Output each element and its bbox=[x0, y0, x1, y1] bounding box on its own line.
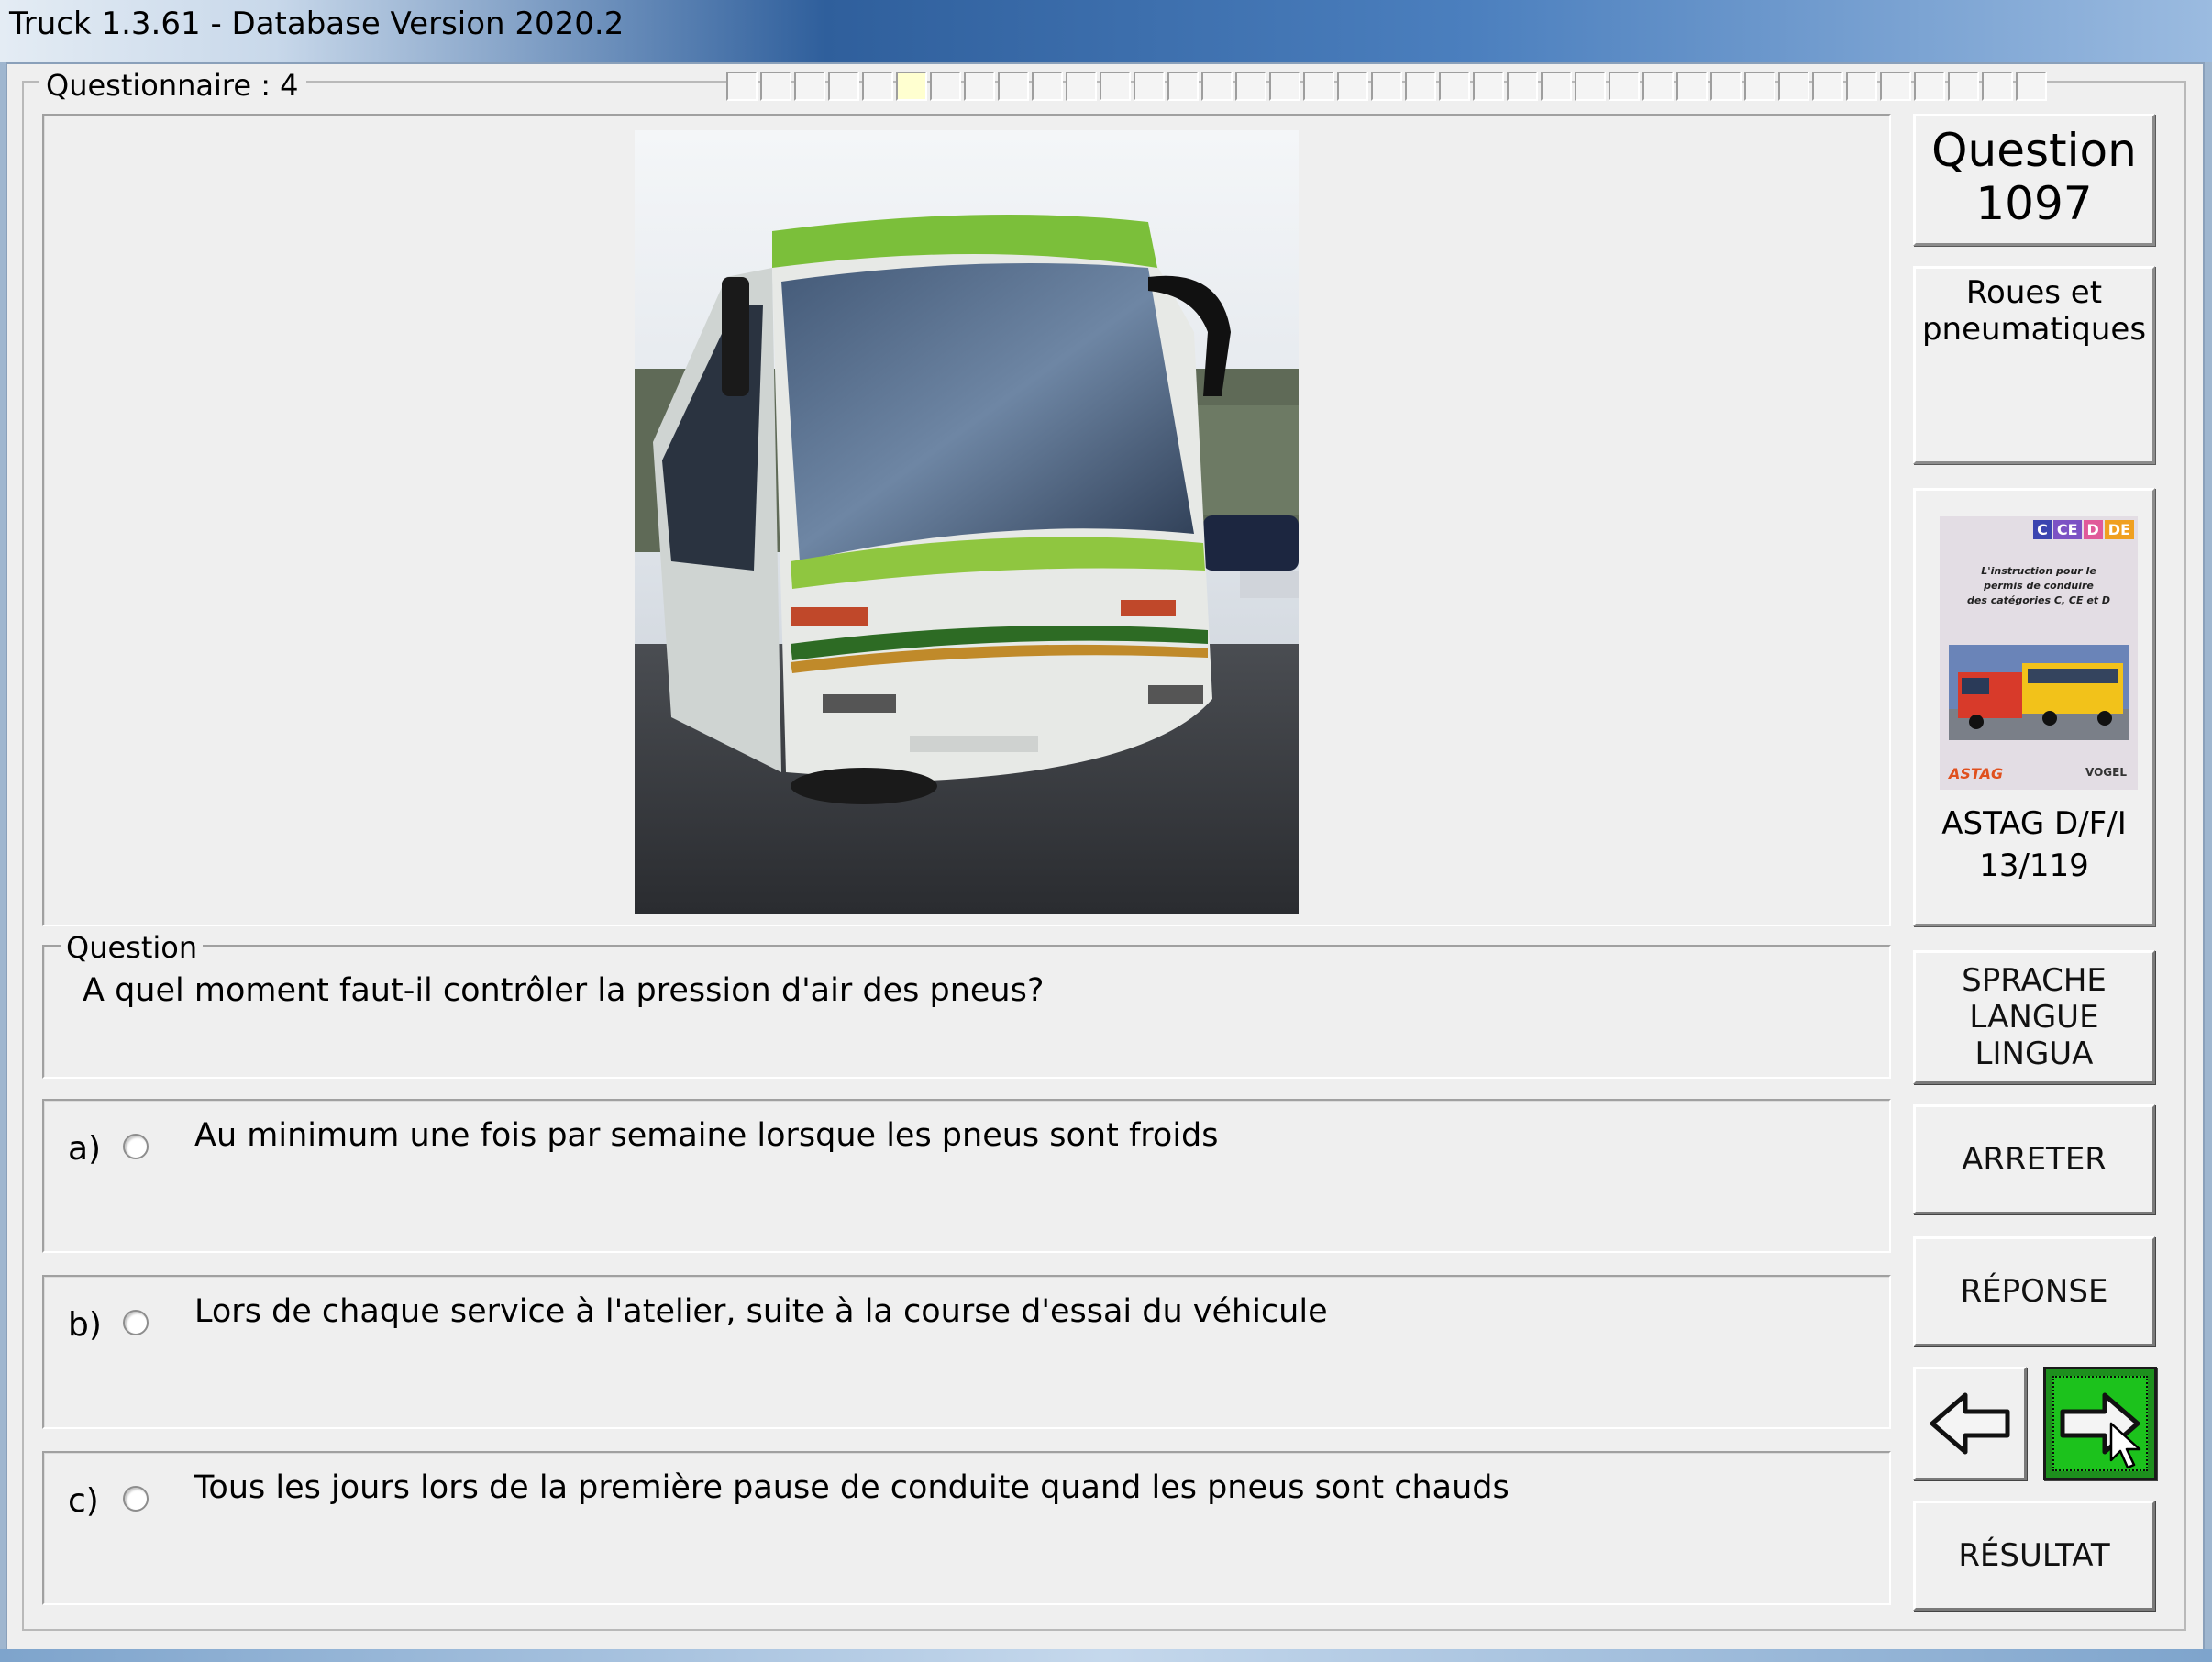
progress-cell bbox=[1710, 72, 1742, 101]
book-badge-c: C bbox=[2033, 520, 2052, 539]
mouse-cursor-icon bbox=[2109, 1422, 2141, 1469]
category-line-2: pneumatiques bbox=[1921, 311, 2147, 348]
progress-cell bbox=[794, 72, 825, 101]
book-page: 13/119 bbox=[1979, 848, 2089, 884]
book-cover-line-1: L'instruction pour le bbox=[1981, 565, 2096, 577]
answer-text-a[interactable]: Au minimum une fois par semaine lorsque … bbox=[194, 1117, 1219, 1154]
book-publisher-left: ASTAG bbox=[1949, 765, 2004, 782]
progress-cell bbox=[964, 72, 995, 101]
answer-letter-a: a) bbox=[68, 1130, 102, 1168]
progress-cell bbox=[1167, 72, 1199, 101]
progress-cell bbox=[1778, 72, 1809, 101]
answer-text-b[interactable]: Lors de chaque service à l'atelier, suit… bbox=[194, 1293, 1328, 1330]
answer-letter-b: b) bbox=[68, 1306, 102, 1344]
bus-photo bbox=[635, 130, 1299, 914]
book-badge-de: DE bbox=[2104, 520, 2134, 539]
progress-cell bbox=[1235, 72, 1266, 101]
arrow-left-icon bbox=[1930, 1392, 2010, 1455]
progress-cell bbox=[1575, 72, 1606, 101]
progress-cell bbox=[1541, 72, 1572, 101]
language-button[interactable]: SPRACHE LANGUE LINGUA bbox=[1913, 950, 2155, 1084]
progress-cell bbox=[1880, 72, 1911, 101]
question-group-label: Question bbox=[61, 930, 204, 965]
questionnaire-label: Questionnaire : 4 bbox=[39, 68, 306, 103]
answer-radio-c[interactable] bbox=[123, 1486, 149, 1512]
language-label-it: LINGUA bbox=[1974, 1036, 2094, 1072]
progress-cell bbox=[1032, 72, 1063, 101]
question-number: 1097 bbox=[1975, 177, 2093, 230]
progress-cell bbox=[1609, 72, 1640, 101]
answer-radio-b[interactable] bbox=[123, 1310, 149, 1335]
progress-cell bbox=[896, 72, 927, 101]
progress-cell bbox=[998, 72, 1029, 101]
progress-cell bbox=[1744, 72, 1775, 101]
previous-question-button[interactable] bbox=[1913, 1367, 2027, 1480]
window-title: Truck 1.3.61 - Database Version 2020.2 bbox=[9, 6, 625, 42]
book-badge-ce: CE bbox=[2052, 520, 2082, 539]
category-box: Roues et pneumatiques bbox=[1913, 266, 2155, 464]
result-button[interactable]: RÉSULTAT bbox=[1913, 1501, 2155, 1611]
question-number-label: Question bbox=[1931, 124, 2137, 177]
book-cover: C CE D DE L'instruction pour le permis d… bbox=[1940, 516, 2138, 790]
progress-cell bbox=[1303, 72, 1334, 101]
language-label-fr: LANGUE bbox=[1969, 999, 2099, 1036]
title-bar: Truck 1.3.61 - Database Version 2020.2 bbox=[0, 0, 2212, 62]
progress-cell bbox=[1948, 72, 1979, 101]
stop-button[interactable]: ARRETER bbox=[1913, 1104, 2155, 1214]
progress-cell bbox=[1100, 72, 1131, 101]
progress-cell bbox=[1066, 72, 1097, 101]
book-cover-line-2: permis de conduire bbox=[1984, 580, 2094, 592]
book-publisher-right: VOGEL bbox=[2085, 766, 2127, 779]
progress-cell bbox=[1201, 72, 1233, 101]
progress-cell bbox=[1439, 72, 1470, 101]
question-text: A quel moment faut-il contrôler la press… bbox=[83, 972, 1045, 1009]
answer-radio-a[interactable] bbox=[123, 1134, 149, 1159]
progress-cell bbox=[1473, 72, 1504, 101]
progress-cell bbox=[1269, 72, 1300, 101]
book-badge-d: D bbox=[2083, 520, 2103, 539]
language-label-de: SPRACHE bbox=[1962, 962, 2107, 999]
category-line-1: Roues et bbox=[1965, 274, 2103, 311]
progress-cell bbox=[1405, 72, 1436, 101]
reference-book-box: C CE D DE L'instruction pour le permis d… bbox=[1913, 488, 2155, 926]
book-cover-trucks-image bbox=[1949, 645, 2129, 740]
progress-cell bbox=[828, 72, 859, 101]
progress-cell bbox=[726, 72, 758, 101]
book-reference: ASTAG D/F/I bbox=[1941, 805, 2127, 842]
progress-cell bbox=[1676, 72, 1708, 101]
answer-letter-c: c) bbox=[68, 1482, 99, 1520]
answer-button[interactable]: RÉPONSE bbox=[1913, 1236, 2155, 1346]
progress-cell bbox=[1337, 72, 1368, 101]
progress-cell bbox=[1812, 72, 1843, 101]
question-number-box: Question 1097 bbox=[1913, 114, 2155, 246]
answer-text-c[interactable]: Tous les jours lors de la première pause… bbox=[194, 1469, 1510, 1506]
progress-cell bbox=[1134, 72, 1165, 101]
progress-cell bbox=[1642, 72, 1674, 101]
progress-cell bbox=[1914, 72, 1945, 101]
progress-cell bbox=[930, 72, 961, 101]
question-progress bbox=[726, 72, 2047, 103]
window-bottom-edge bbox=[0, 1649, 2212, 1662]
progress-cell bbox=[1507, 72, 1538, 101]
progress-cell bbox=[862, 72, 893, 101]
progress-cell bbox=[1982, 72, 2013, 101]
book-cover-line-3: des catégories C, CE et D bbox=[1966, 594, 2110, 606]
progress-cell bbox=[2016, 72, 2047, 101]
progress-cell bbox=[1846, 72, 1877, 101]
question-panel bbox=[42, 945, 1891, 1079]
progress-cell bbox=[760, 72, 791, 101]
progress-cell bbox=[1371, 72, 1402, 101]
